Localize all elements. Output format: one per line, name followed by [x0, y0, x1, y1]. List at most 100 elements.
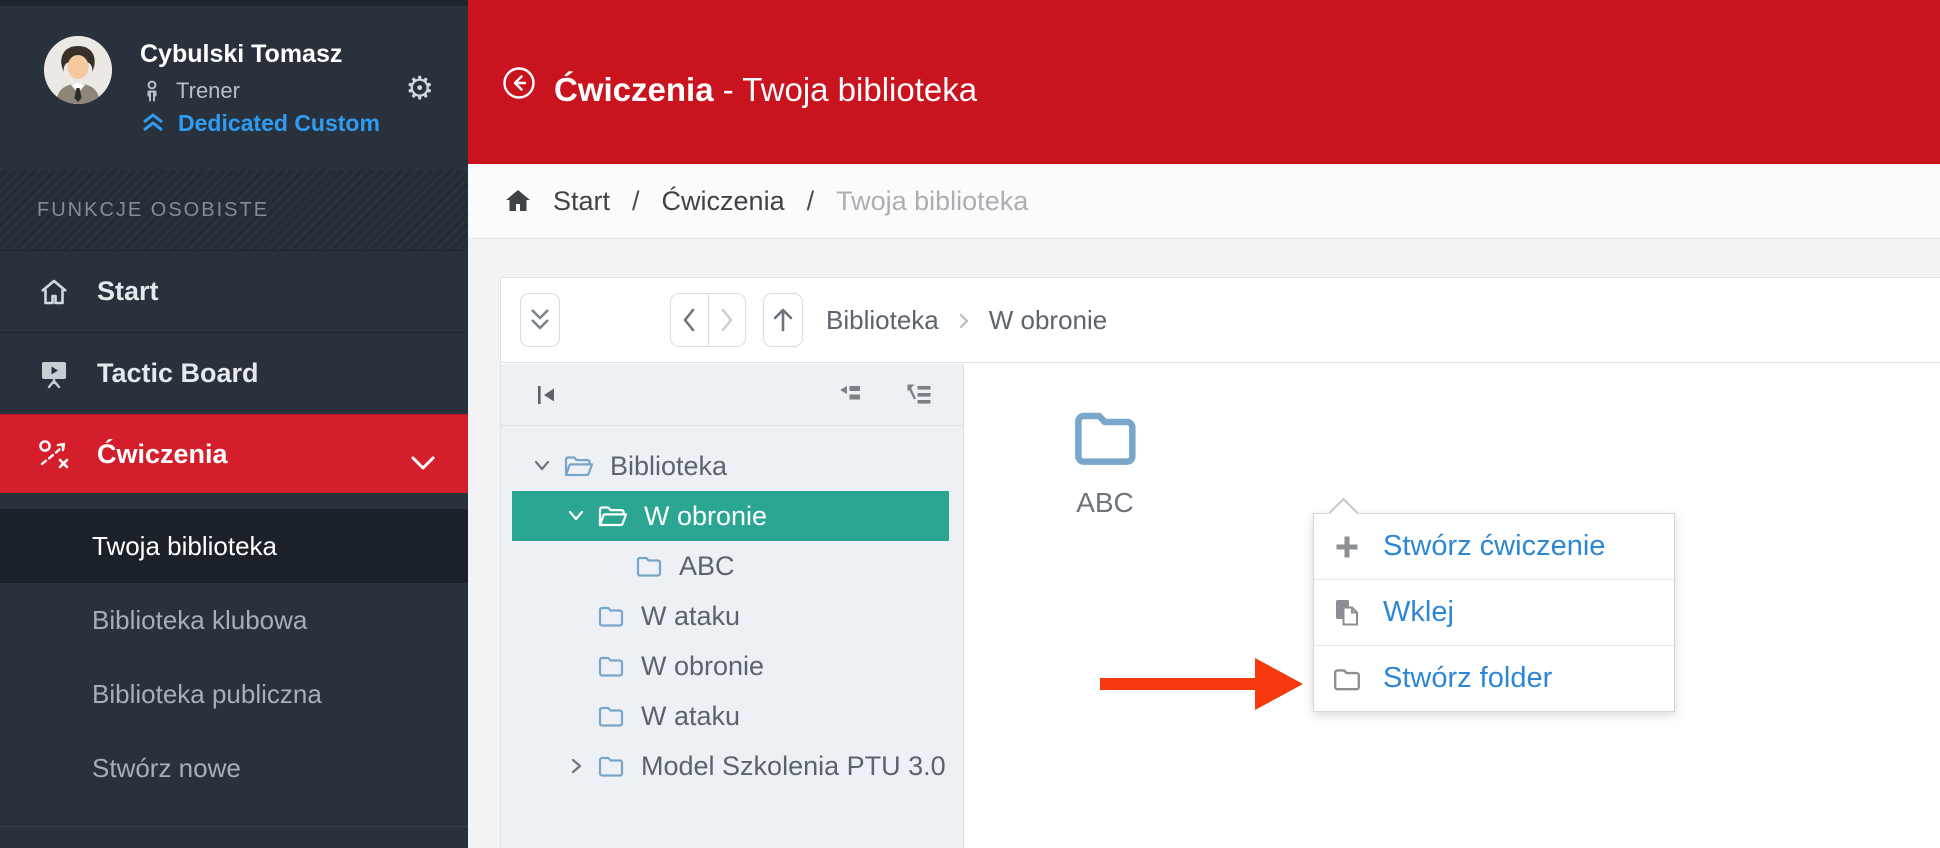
- breadcrumb-item-start[interactable]: Start: [553, 186, 610, 217]
- tree-item-w-ataku-1[interactable]: W ataku: [501, 591, 963, 641]
- paste-icon: [1331, 598, 1363, 628]
- menu-item-stworz-folder[interactable]: Stwórz folder: [1314, 646, 1674, 711]
- red-pointer-arrow: [1096, 652, 1308, 716]
- context-menu: Stwórz ćwiczenie Wklej Stwórz folder: [1313, 513, 1675, 712]
- user-role-row: Trener: [140, 78, 240, 104]
- sidebar-item-label: Tactic Board: [97, 358, 259, 389]
- tree-item-abc[interactable]: ABC: [501, 541, 963, 591]
- go-up-button[interactable]: [763, 293, 803, 347]
- back-circle-icon: [502, 66, 536, 100]
- sidebar-subitem-biblioteka-klubowa[interactable]: Biblioteka klubowa: [0, 583, 468, 657]
- menu-item-label: Stwórz ćwiczenie: [1383, 530, 1605, 563]
- breadcrumb: Start / Ćwiczenia / Twoja biblioteka: [468, 164, 1940, 239]
- folder-tree-panel: Biblioteka W obronie: [501, 364, 964, 848]
- tree-item-model-szkolenia[interactable]: Model Szkolenia PTU 3.0: [501, 741, 963, 791]
- chevron-down-icon[interactable]: [529, 460, 555, 472]
- avatar[interactable]: [44, 36, 112, 104]
- user-name: Cybulski Tomasz: [140, 40, 342, 69]
- double-chevron-up-icon: [140, 112, 166, 136]
- breadcrumb-item-current: Twoja biblioteka: [836, 186, 1028, 217]
- folder-tree: Biblioteka W obronie: [501, 426, 963, 791]
- menu-item-wklej[interactable]: Wklej: [1314, 580, 1674, 645]
- gear-icon[interactable]: ⚙: [405, 72, 434, 104]
- location-path: Biblioteka W obronie: [826, 278, 1107, 363]
- nav-forward-button[interactable]: [708, 294, 746, 346]
- open-folder-icon: [597, 504, 628, 529]
- sidebar-section-label: FUNKCJE OSOBISTE: [0, 170, 468, 250]
- folder-icon: [597, 604, 625, 628]
- tree-item-w-obronie-selected[interactable]: W obronie: [512, 491, 949, 541]
- tree-item-label: W obronie: [641, 651, 764, 682]
- sidebar-subitem-twoja-biblioteka[interactable]: Twoja biblioteka: [0, 509, 468, 583]
- plus-icon: [1331, 534, 1363, 560]
- chevron-right-icon: [957, 311, 971, 331]
- user-plan: Dedicated Custom: [178, 110, 380, 137]
- chevron-down-icon: [410, 447, 436, 478]
- breadcrumb-item-cwiczenia[interactable]: Ćwiczenia: [662, 186, 785, 217]
- double-chevron-down-icon: [528, 305, 552, 335]
- big-folder-icon: [1071, 408, 1139, 466]
- sidebar-item-label: Ćwiczenia: [97, 439, 228, 470]
- folder-icon: [1331, 666, 1363, 692]
- back-button[interactable]: [502, 66, 536, 100]
- tree-item-w-ataku-2[interactable]: W ataku: [501, 691, 963, 741]
- chevron-left-icon: [680, 306, 698, 334]
- sidebar-item-tactic-board[interactable]: Tactic Board: [0, 332, 468, 414]
- tactic-board-icon: [37, 359, 71, 389]
- sidebar-item-cwiczenia[interactable]: Ćwiczenia: [0, 414, 468, 493]
- home-icon: [37, 277, 71, 307]
- chevron-right-icon[interactable]: [563, 757, 589, 775]
- folder-icon: [597, 654, 625, 678]
- sidebar-subitem-label: Twoja biblioteka: [92, 531, 277, 562]
- sidebar-subitem-biblioteka-publiczna[interactable]: Biblioteka publiczna: [0, 657, 468, 731]
- arrow-up-icon: [770, 305, 796, 335]
- user-panel: Cybulski Tomasz Trener Dedicated Custom …: [0, 6, 468, 170]
- folder-tile-label: ABC: [1035, 487, 1175, 519]
- user-role: Trener: [176, 78, 240, 104]
- chevron-down-icon[interactable]: [563, 510, 589, 522]
- tree-item-label: W ataku: [641, 601, 740, 632]
- menu-item-label: Wklej: [1383, 596, 1454, 629]
- chevron-right-icon: [718, 306, 736, 334]
- breadcrumb-separator: /: [805, 186, 817, 217]
- library-toolbar: Biblioteka W obronie: [501, 278, 1940, 363]
- sidebar-subitem-label: Stwórz nowe: [92, 753, 241, 784]
- tree-item-w-obronie-2[interactable]: W obronie: [501, 641, 963, 691]
- tree-item-biblioteka[interactable]: Biblioteka: [501, 441, 963, 491]
- folder-icon: [597, 704, 625, 728]
- user-plan-row[interactable]: Dedicated Custom: [140, 110, 380, 137]
- path-item-current: W obronie: [989, 305, 1108, 336]
- nav-back-button[interactable]: [671, 294, 708, 346]
- sidebar-subitem-label: Biblioteka publiczna: [92, 679, 322, 710]
- collapse-panel-button[interactable]: [520, 293, 560, 347]
- page-title: Ćwiczenia - Twoja biblioteka: [554, 71, 977, 109]
- folder-icon: [597, 754, 625, 778]
- breadcrumb-separator: /: [630, 186, 642, 217]
- folder-icon: [635, 554, 663, 578]
- sidebar-item-start[interactable]: Start: [0, 250, 468, 332]
- path-item-biblioteka[interactable]: Biblioteka: [826, 305, 939, 336]
- sidebar-divider: [0, 826, 468, 827]
- sidebar-item-label: Start: [97, 276, 159, 307]
- library-panel: Biblioteka W obronie: [500, 277, 1940, 848]
- folder-tile-abc[interactable]: ABC: [1035, 408, 1175, 519]
- tree-header: [501, 364, 963, 426]
- tree-item-label: Model Szkolenia PTU 3.0: [641, 751, 946, 782]
- home-icon[interactable]: [503, 187, 533, 215]
- collapse-sidebar-icon[interactable]: [534, 382, 560, 413]
- tree-item-label: W ataku: [641, 701, 740, 732]
- sidebar-submenu: Twoja biblioteka Biblioteka klubowa Bibl…: [0, 493, 468, 805]
- expand-all-icon[interactable]: [905, 382, 933, 413]
- tree-item-label: Biblioteka: [610, 451, 727, 482]
- sidebar-subitem-stworz-nowe[interactable]: Stwórz nowe: [0, 731, 468, 805]
- open-folder-icon: [563, 454, 594, 479]
- exercises-tactics-icon: [37, 438, 71, 470]
- collapse-all-icon[interactable]: [837, 382, 863, 413]
- menu-item-label: Stwórz folder: [1383, 662, 1552, 695]
- tree-item-label: ABC: [679, 551, 735, 582]
- person-icon: [140, 79, 164, 103]
- tree-item-label: W obronie: [644, 501, 767, 532]
- history-nav-group: [670, 293, 746, 347]
- app-screen: Cybulski Tomasz Trener Dedicated Custom …: [0, 0, 1940, 848]
- menu-item-stworz-cwiczenie[interactable]: Stwórz ćwiczenie: [1314, 514, 1674, 579]
